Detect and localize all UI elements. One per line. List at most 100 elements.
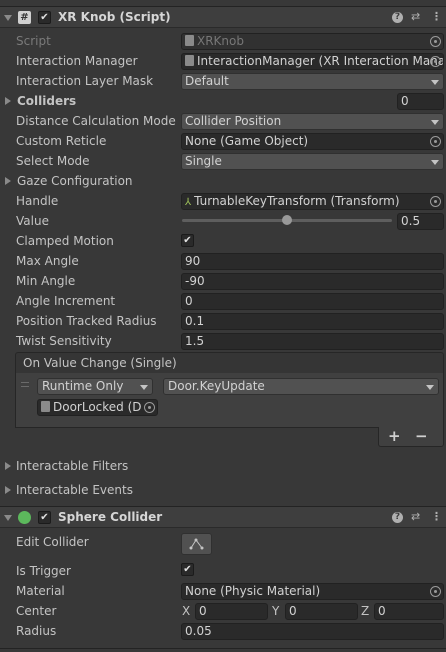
position-tracked-radius-label: Position Tracked Radius	[16, 314, 157, 328]
center-label: Center	[16, 604, 57, 618]
center-y-field[interactable]: 0	[285, 603, 358, 620]
custom-reticle-field[interactable]: None (Game Object)	[181, 133, 444, 150]
is-trigger-checkbox[interactable]: ✔	[181, 563, 194, 576]
foldout-arrow-icon[interactable]	[4, 515, 12, 521]
runtime-dropdown[interactable]: Runtime Only	[37, 378, 153, 395]
event-object-field[interactable]: DoorLocked (D	[37, 399, 158, 416]
help-icon[interactable]: ?	[392, 512, 403, 523]
interaction-manager-field[interactable]: InteractionManager (XR Interaction Mana	[181, 53, 444, 70]
distance-calc-dropdown[interactable]: Collider Position	[181, 113, 444, 130]
component-icon	[185, 55, 194, 66]
handle-value: TurnableKeyTransform (Transform)	[194, 194, 400, 208]
more-menu-icon[interactable]: ⋮	[431, 10, 442, 23]
interactable-filters-label[interactable]: Interactable Filters	[16, 459, 128, 473]
preset-icon[interactable]: ⇄	[411, 510, 420, 523]
sphere-collider-icon	[18, 511, 31, 524]
gaze-config-label[interactable]: Gaze Configuration	[17, 174, 133, 188]
remove-listener-button[interactable]: −	[415, 427, 428, 445]
center-x-label: X	[182, 604, 191, 618]
angle-increment-field[interactable]: 0	[181, 293, 444, 310]
max-angle-label: Max Angle	[16, 254, 79, 268]
event-object-value: DoorLocked (D	[53, 400, 142, 414]
interaction-manager-label: Interaction Manager	[16, 54, 138, 68]
max-angle-field[interactable]: 90	[181, 253, 444, 270]
handle-label: Handle	[16, 194, 59, 208]
material-field[interactable]: None (Physic Material)	[181, 583, 444, 600]
object-picker-icon[interactable]	[430, 36, 441, 47]
help-icon[interactable]: ?	[392, 12, 403, 23]
interactable-events-label[interactable]: Interactable Events	[16, 483, 133, 497]
distance-calc-label: Distance Calculation Mode	[16, 114, 176, 128]
preset-icon[interactable]: ⇄	[411, 10, 420, 23]
event-listener-box: Runtime Only Door.KeyUpdate DoorLocked (…	[15, 373, 444, 428]
center-y-label: Y	[272, 604, 280, 618]
component-title: Sphere Collider	[58, 510, 163, 524]
material-label: Material	[16, 584, 65, 598]
script-label: Script	[16, 34, 51, 48]
value-slider-thumb[interactable]	[282, 215, 292, 225]
angle-increment-label: Angle Increment	[16, 294, 116, 308]
clamped-motion-label: Clamped Motion	[16, 234, 114, 248]
object-picker-icon[interactable]	[430, 586, 441, 597]
clamped-motion-checkbox[interactable]: ✔	[181, 234, 194, 247]
event-header-label: On Value Change (Single)	[23, 356, 177, 370]
runtime-value: Runtime Only	[42, 379, 124, 393]
edit-collider-button[interactable]	[181, 533, 212, 555]
dropdown-arrow-icon	[431, 160, 439, 165]
function-dropdown[interactable]: Door.KeyUpdate	[163, 378, 439, 395]
center-z-label: Z	[361, 604, 370, 618]
script-file-icon	[185, 35, 194, 46]
custom-reticle-label: Custom Reticle	[16, 134, 107, 148]
edit-collider-label: Edit Collider	[16, 535, 89, 549]
sphere-collider-enabled-checkbox[interactable]: ✔	[38, 511, 51, 524]
object-picker-icon[interactable]	[430, 196, 441, 207]
radius-field[interactable]: 0.05	[181, 623, 444, 640]
dropdown-arrow-icon	[431, 80, 439, 85]
more-menu-icon[interactable]: ⋮	[431, 510, 442, 523]
object-picker-icon[interactable]	[430, 56, 441, 67]
object-picker-icon[interactable]	[144, 402, 155, 413]
twist-sensitivity-field[interactable]: 1.5	[181, 333, 444, 350]
event-header: On Value Change (Single)	[15, 352, 444, 374]
transform-icon: ⅄	[185, 197, 192, 208]
value-label: Value	[16, 214, 49, 228]
material-value: None (Physic Material)	[185, 584, 321, 598]
colliders-label[interactable]: Colliders	[17, 94, 76, 108]
gameobject-icon	[41, 401, 50, 412]
custom-reticle-value: None (Game Object)	[185, 134, 309, 148]
xrknob-enabled-checkbox[interactable]: ✔	[38, 11, 51, 24]
colliders-foldout-icon[interactable]	[5, 97, 11, 105]
add-listener-button[interactable]: +	[388, 427, 401, 445]
interactable-events-foldout-icon[interactable]	[5, 486, 11, 494]
select-mode-value: Single	[185, 154, 222, 168]
position-tracked-radius-field[interactable]: 0.1	[181, 313, 444, 330]
colliders-count-field[interactable]: 0	[397, 93, 444, 110]
select-mode-label: Select Mode	[16, 154, 90, 168]
component-title: XR Knob (Script)	[58, 10, 171, 24]
dropdown-arrow-icon	[426, 385, 434, 390]
function-value: Door.KeyUpdate	[168, 379, 265, 393]
interactable-filters-foldout-icon[interactable]	[5, 462, 11, 470]
script-value: XRKnob	[197, 34, 244, 48]
bottom-divider	[0, 648, 446, 649]
drag-handle-icon[interactable]	[21, 382, 29, 387]
handle-field[interactable]: ⅄ TurnableKeyTransform (Transform)	[181, 193, 444, 210]
interaction-layer-mask-dropdown[interactable]: Default	[181, 73, 444, 90]
gaze-config-foldout-icon[interactable]	[5, 177, 11, 185]
value-field[interactable]: 0.5	[397, 213, 444, 230]
sphere-collider-component-header[interactable]: ✔ Sphere Collider ? ⇄ ⋮	[0, 506, 446, 528]
min-angle-label: Min Angle	[16, 274, 76, 288]
select-mode-dropdown[interactable]: Single	[181, 153, 444, 170]
min-angle-field[interactable]: -90	[181, 273, 444, 290]
radius-label: Radius	[16, 624, 57, 638]
edit-collider-icon	[189, 538, 204, 550]
xrknob-component-header[interactable]: # ✔ XR Knob (Script) ? ⇄ ⋮	[0, 6, 446, 28]
event-add-remove-bar: + −	[378, 427, 444, 447]
script-field[interactable]: XRKnob	[181, 33, 444, 50]
center-x-field[interactable]: 0	[195, 603, 268, 620]
object-picker-icon[interactable]	[430, 136, 441, 147]
interaction-layer-mask-label: Interaction Layer Mask	[16, 74, 154, 88]
center-z-field[interactable]: 0	[374, 603, 444, 620]
foldout-arrow-icon[interactable]	[4, 15, 12, 21]
script-icon: #	[18, 11, 31, 24]
